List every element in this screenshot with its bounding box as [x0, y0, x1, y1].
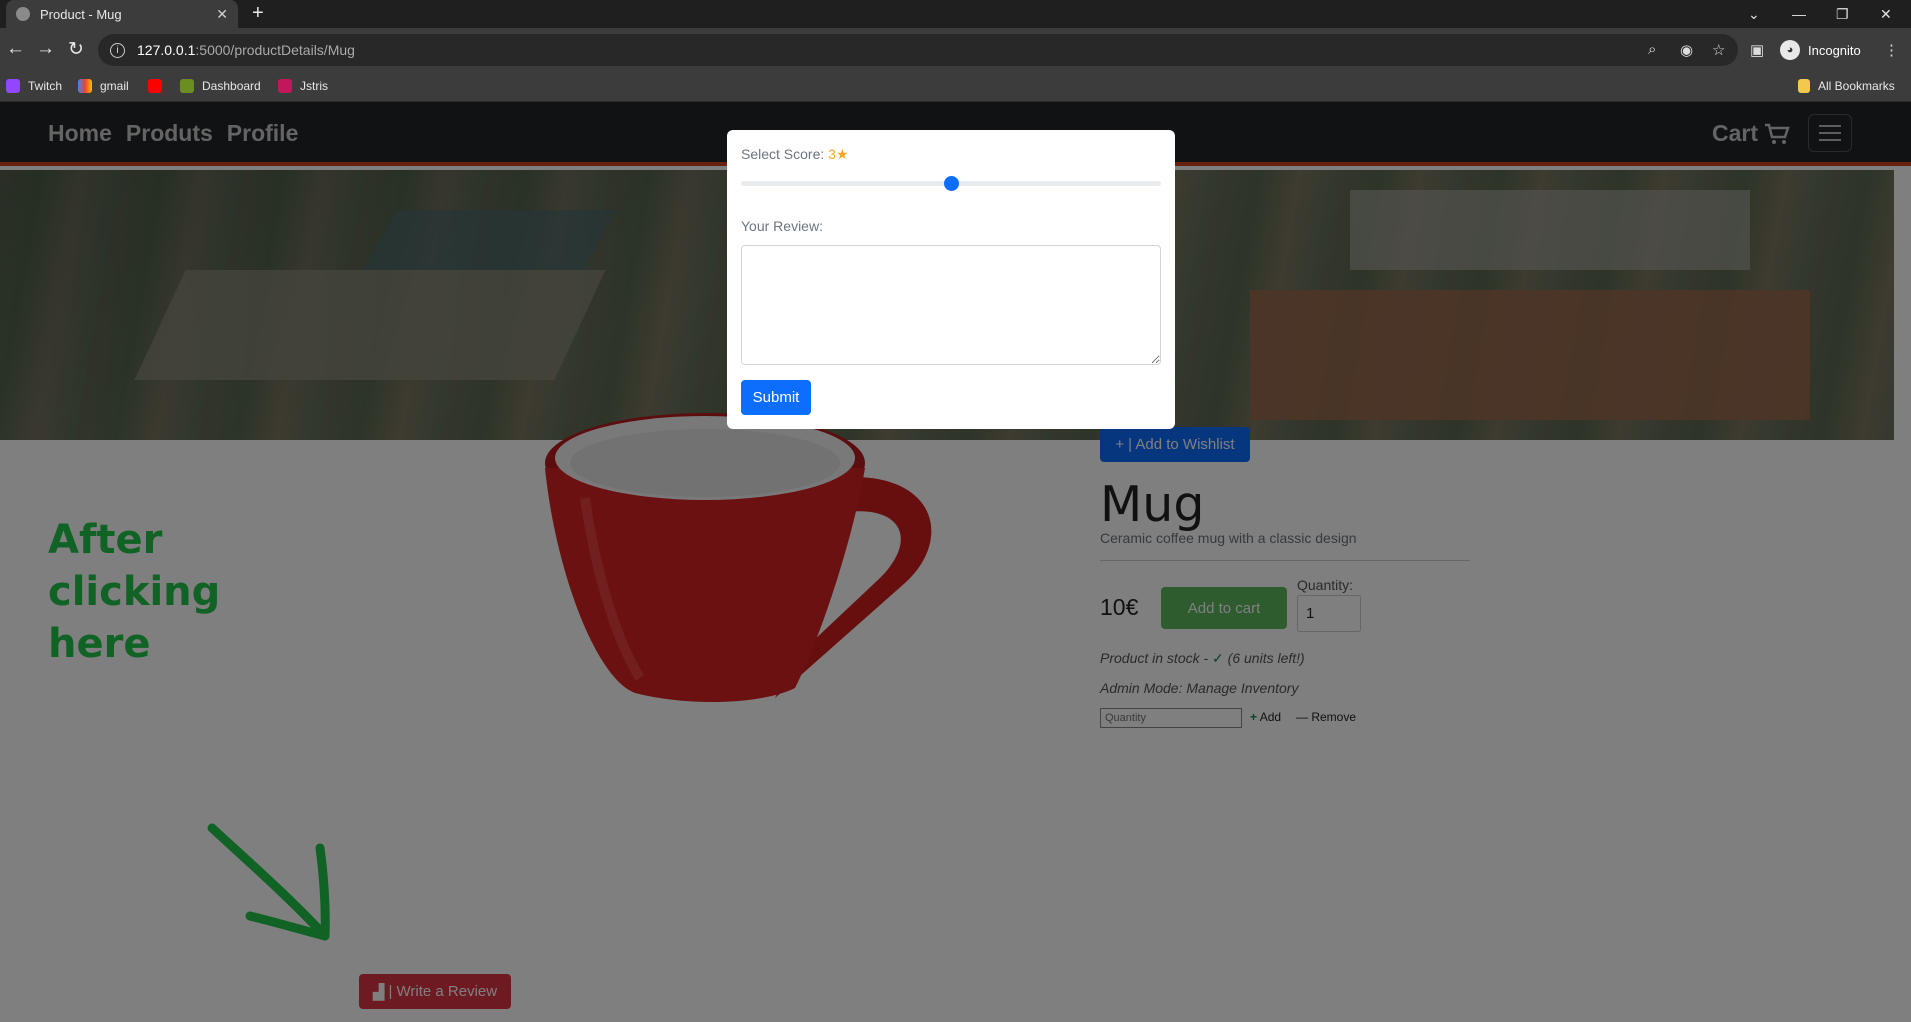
menu-dots-icon[interactable]: ⋮	[1884, 41, 1899, 59]
bookmark-label: Dashboard	[202, 79, 261, 93]
review-modal: Select Score: 3★ Your Review: Submit	[727, 130, 1175, 429]
minimize-icon[interactable]: —	[1792, 0, 1806, 28]
browser-tab[interactable]: Product - Mug ✕	[6, 0, 238, 28]
incognito-icon: ◕	[1780, 40, 1800, 60]
star-bookmark-icon[interactable]: ☆	[1712, 41, 1725, 59]
review-label: Your Review:	[741, 218, 823, 234]
tab-title: Product - Mug	[40, 6, 122, 22]
bookmark-gmail[interactable]: gmail	[78, 79, 129, 93]
score-label-text: Select Score:	[741, 146, 829, 162]
jstris-icon	[278, 79, 292, 93]
bookmark-jstris[interactable]: Jstris	[278, 79, 328, 93]
bookmark-label: Jstris	[300, 79, 328, 93]
twitch-icon	[6, 79, 20, 93]
folder-icon	[1798, 79, 1810, 93]
close-icon[interactable]: ✕	[216, 6, 228, 23]
youtube-icon	[148, 79, 162, 93]
incognito-label: Incognito	[1808, 42, 1861, 58]
bookmark-dashboard[interactable]: Dashboard	[180, 79, 261, 93]
bookmark-label: gmail	[100, 79, 129, 93]
star-icon: ★	[835, 146, 849, 162]
score-slider-thumb[interactable]	[943, 176, 959, 191]
eye-off-icon[interactable]: ◉	[1680, 41, 1693, 59]
browser-tab-strip: Product - Mug ✕ + ⌄ — ❐ ✕	[0, 0, 1911, 28]
back-icon[interactable]: ←	[6, 38, 25, 60]
bookmark-label: Twitch	[28, 79, 63, 93]
all-bookmarks-label: All Bookmarks	[1818, 79, 1895, 93]
restore-icon[interactable]: ❐	[1836, 0, 1849, 28]
url-path: :5000/productDetails/Mug	[195, 42, 355, 58]
all-bookmarks[interactable]: All Bookmarks	[1798, 79, 1895, 93]
new-tab-icon[interactable]: +	[252, 2, 264, 25]
address-bar[interactable]: i 127.0.0.1:5000/productDetails/Mug	[98, 34, 1738, 66]
incognito-badge[interactable]: ◕ Incognito	[1780, 38, 1861, 62]
score-value: 3	[828, 146, 836, 162]
submit-button[interactable]: Submit	[741, 380, 811, 415]
bookmark-youtube[interactable]	[148, 79, 170, 93]
forward-icon[interactable]: →	[36, 38, 55, 60]
window-close-icon[interactable]: ✕	[1880, 0, 1892, 28]
reload-icon[interactable]: ↻	[68, 38, 84, 61]
review-textarea[interactable]	[741, 245, 1161, 365]
url-host: 127.0.0.1	[137, 42, 196, 58]
zoom-icon[interactable]: ⌕	[1648, 41, 1656, 58]
side-panel-icon[interactable]: ▣	[1750, 41, 1764, 59]
gmail-icon	[78, 79, 92, 93]
tab-search-icon[interactable]: ⌄	[1748, 0, 1760, 28]
site-info-icon[interactable]: i	[110, 42, 125, 58]
dashboard-icon	[180, 79, 194, 93]
score-label: Select Score: 3★	[741, 146, 849, 163]
bookmark-twitch[interactable]: Twitch	[6, 79, 62, 93]
bookmarks-bar: Twitch gmail Dashboard Jstris All Bookma…	[0, 72, 1911, 102]
globe-icon	[16, 7, 30, 21]
